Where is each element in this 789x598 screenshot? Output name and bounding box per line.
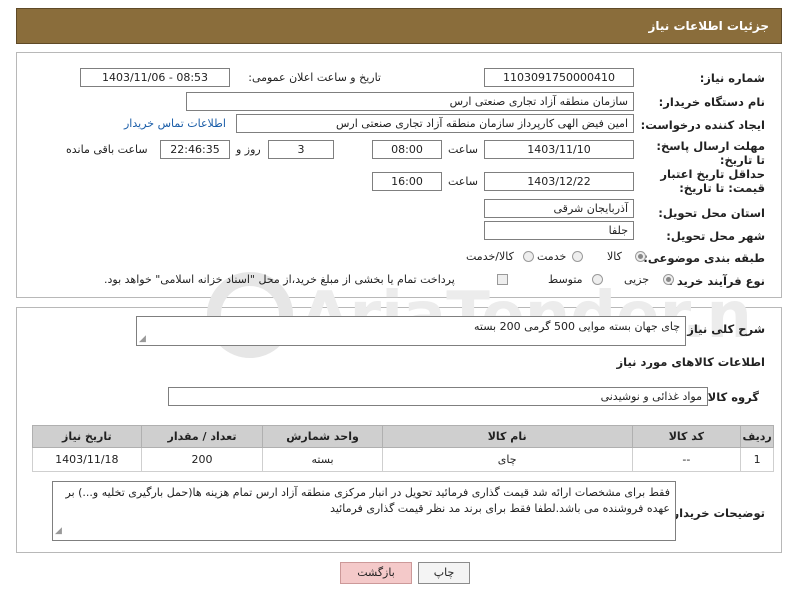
process-minor-label: جزیی — [624, 273, 650, 286]
col-unit-header: واحد شمارش — [262, 425, 383, 448]
process-medium-label: متوسط — [548, 273, 583, 286]
remaining-label: ساعت باقی مانده — [66, 143, 148, 156]
category-both-radio[interactable] — [523, 251, 534, 262]
goods-group-field: مواد غذائی و نوشیدنی — [168, 387, 708, 406]
buyer-notes-field: فقط برای مشخصات ارائه شد قیمت گذاری فرما… — [52, 481, 676, 541]
cell-name: چای — [381, 447, 633, 472]
city-label: شهر محل تحویل: — [666, 229, 765, 243]
buyer-label: نام دستگاه خریدار: — [658, 95, 765, 109]
buyer-field: سازمان منطقه آزاد تجاری صنعتی ارس — [186, 92, 634, 111]
summary-text: چای جهان بسته موایی 500 گرمی 200 بسته — [474, 320, 680, 333]
cell-row: 1 — [740, 447, 774, 472]
validity-date-field: 1403/12/22 — [484, 172, 634, 191]
summary-label: شرح کلی نیاز: — [682, 322, 765, 336]
table-header-row: ردیف کد کالا نام کالا واحد شمارش تعداد /… — [32, 425, 774, 448]
process-medium-radio[interactable] — [592, 274, 603, 285]
days-field: 3 — [268, 140, 334, 159]
cell-unit: بسته — [262, 447, 383, 472]
summary-field: چای جهان بسته موایی 500 گرمی 200 بسته ◢ — [136, 316, 686, 346]
need-number-label: شماره نیاز: — [699, 71, 765, 85]
buyer-notes-label: توضیحات خریدار: — [667, 506, 765, 520]
process-minor-radio[interactable] — [663, 274, 674, 285]
creator-field: امین فیض الهی کارپرداز سازمان منطقه آزاد… — [236, 114, 634, 133]
category-goods-radio[interactable] — [635, 251, 646, 262]
deadline-hour-label: ساعت — [448, 143, 478, 156]
cell-date: 1403/11/18 — [32, 447, 142, 472]
process-label: نوع فرآیند خرید : — [668, 274, 765, 288]
validity-hour-label: ساعت — [448, 175, 478, 188]
resize-grip-icon: ◢ — [55, 526, 62, 536]
cell-code: -- — [631, 447, 742, 472]
remaining-time-field: 22:46:35 — [160, 140, 230, 159]
col-row-header: ردیف — [740, 425, 774, 448]
col-name-header: نام کالا — [381, 425, 633, 448]
print-button[interactable]: چاپ — [418, 562, 470, 584]
category-service-label: خدمت — [537, 250, 567, 263]
category-service-radio[interactable] — [572, 251, 583, 262]
buyer-notes-text: فقط برای مشخصات ارائه شد قیمت گذاری فرما… — [65, 486, 670, 515]
goods-group-label: گروه کالا: — [703, 390, 759, 404]
announce-field: 1403/11/06 - 08:53 — [80, 68, 230, 87]
province-field: آذربایجان شرقی — [484, 199, 634, 218]
col-date-header: تاریخ نیاز — [32, 425, 142, 448]
goods-table: ردیف کد کالا نام کالا واحد شمارش تعداد /… — [32, 425, 774, 472]
treasury-note: پرداخت تمام یا بخشی از مبلغ خرید،از محل … — [104, 273, 455, 286]
creator-label: ایجاد کننده درخواست: — [640, 118, 765, 132]
page-title: جزئیات اطلاعات نیاز — [648, 19, 769, 33]
cell-qty: 200 — [140, 447, 264, 472]
validity-time-field: 16:00 — [372, 172, 442, 191]
deadline-time-field: 08:00 — [372, 140, 442, 159]
category-goods-label: کالا — [607, 250, 622, 263]
province-label: استان محل تحویل: — [658, 206, 765, 220]
goods-section-title: اطلاعات کالاهای مورد نیاز — [616, 355, 765, 369]
category-both-label: کالا/خدمت — [466, 250, 514, 263]
city-field: جلفا — [484, 221, 634, 240]
validity-label: حداقل تاریخ اعتبار قیمت: تا تاریخ: — [660, 167, 765, 195]
category-label: طبقه بندی موضوعی: — [643, 251, 765, 265]
deadline-label: مهلت ارسال پاسخ: تا تاریخ: — [656, 139, 765, 167]
treasury-checkbox[interactable] — [497, 274, 508, 285]
col-code-header: کد کالا — [631, 425, 742, 448]
table-row: 1 -- چای بسته 200 1403/11/18 — [32, 447, 774, 472]
col-qty-header: تعداد / مقدار — [140, 425, 264, 448]
days-label: روز و — [236, 143, 261, 156]
back-button[interactable]: بازگشت — [340, 562, 412, 584]
announce-label: تاریخ و ساعت اعلان عمومی: — [248, 71, 381, 84]
page-header: جزئیات اطلاعات نیاز — [16, 8, 782, 44]
deadline-date-field: 1403/11/10 — [484, 140, 634, 159]
need-number-field: 1103091750000410 — [484, 68, 634, 87]
buyer-contact-link[interactable]: اطلاعات تماس خریدار — [124, 117, 226, 130]
resize-grip-icon: ◢ — [139, 334, 146, 344]
